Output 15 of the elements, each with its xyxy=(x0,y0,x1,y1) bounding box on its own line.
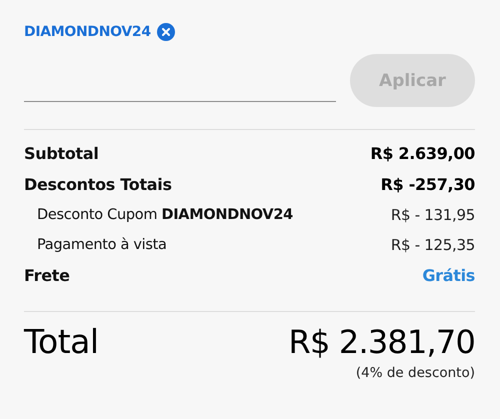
summary-value: R$ -257,30 xyxy=(380,175,475,194)
discount-note: (4% de desconto) xyxy=(356,365,475,381)
close-icon[interactable] xyxy=(156,23,175,41)
summary-label: Subtotal xyxy=(24,144,99,163)
summary-value: R$ - 131,95 xyxy=(390,206,475,224)
summary-label: Descontos Totais xyxy=(24,175,172,194)
coupon-code: DIAMONDNOV24 xyxy=(24,24,151,40)
summary-label: Pagamento à vista xyxy=(37,237,167,253)
summary-value: R$ 2.639,00 xyxy=(370,144,475,163)
summary-value: Grátis xyxy=(422,266,475,285)
total-value: R$ 2.381,70 xyxy=(288,322,475,360)
summary-label: Desconto Cupom DIAMONDNOV24 xyxy=(37,207,293,223)
total-label: Total xyxy=(24,322,99,361)
summary-label: Frete xyxy=(24,266,70,285)
summary-value: R$ - 125,35 xyxy=(390,236,475,254)
